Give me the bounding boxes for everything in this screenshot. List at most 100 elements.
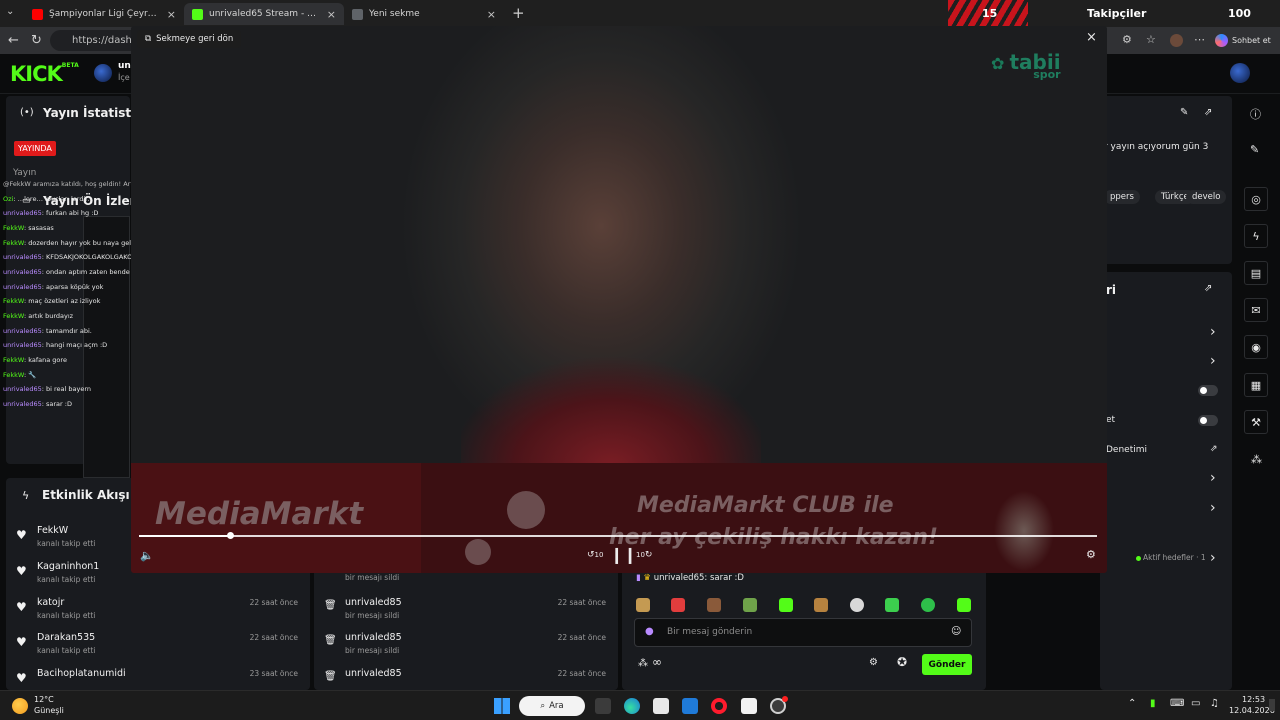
emote-6[interactable] [814,598,828,612]
edit-icon[interactable]: ✎ [1250,143,1259,156]
kick-logo[interactable]: KICKBETA [10,62,79,86]
tab-search-chevron-icon[interactable]: ⌄ [6,6,14,17]
tab-champions-league[interactable]: Şampiyonlar Ligi Çeyrek Final × [24,3,184,25]
video-player[interactable]: ⧉ Sekmeye geri dön × ✿ tabii spor MediaM… [131,26,1107,573]
activity-user[interactable]: Darakan535 [37,632,95,643]
close-tab-icon[interactable]: × [487,8,496,21]
emote-10[interactable] [957,598,971,612]
user-avatar[interactable] [1230,63,1250,83]
info-icon[interactable]: ⓘ [1250,106,1261,122]
weather-icon[interactable] [12,698,28,714]
emote-5[interactable] [779,598,793,612]
close-pip-icon[interactable]: × [1086,30,1097,45]
sidebar-layout-icon[interactable]: ▦ [1244,373,1268,397]
favorites-icon[interactable]: ☆ [1146,33,1156,46]
video-progress-bar[interactable] [139,532,1097,539]
chevron-right-icon[interactable]: › [1210,353,1216,369]
toggle-switch[interactable] [1198,385,1218,396]
chevron-right-icon[interactable]: › [1210,324,1216,340]
chat-line: unrivaled65: aparsa köpük yok [3,283,104,291]
emote-4[interactable] [743,598,757,612]
mod-log-user[interactable]: unrivaled85 [345,632,402,643]
sidebar-flash-icon[interactable]: ϟ [1244,224,1268,248]
activity-user[interactable]: Bacihoplatanumidi [37,668,126,679]
volume-icon[interactable]: 🔈 [140,549,154,562]
chat-settings-icon[interactable]: ⁂ [638,658,648,669]
skip-back-button[interactable]: ↺10 [587,550,603,560]
toggle-switch[interactable] [1198,415,1218,426]
tray-mic-icon[interactable]: ▮ [1150,698,1156,709]
sidebar-more-icon[interactable]: ⁂ [1251,453,1262,466]
tray-keyboard-icon[interactable]: ⌨ [1170,698,1184,709]
emote-7[interactable] [850,598,864,612]
profile-avatar[interactable] [1170,34,1183,47]
activity-user[interactable]: katojr [37,597,64,608]
chat-input[interactable]: ● Bir mesaj gönderin ☺ [634,618,972,647]
send-button[interactable]: Gönder [922,654,972,675]
video-progress-knob[interactable] [227,532,234,539]
close-tab-icon[interactable]: × [167,8,176,21]
skip-forward-button[interactable]: 10↻ [636,550,652,560]
pause-button[interactable]: ❙❙ [610,545,637,564]
windows-start-icon[interactable] [494,698,510,714]
extensions-icon[interactable]: ⚙ [1122,33,1132,46]
tray-chevron-icon[interactable]: ⌃ [1128,698,1136,709]
chat-message: dozerden hayır yok bu naya gelelim [28,239,145,247]
pencil-icon[interactable]: ✎ [1180,107,1188,118]
chat-last-user[interactable]: unrivaled65 [654,573,705,583]
tray-display-icon[interactable]: ▭ [1191,698,1200,709]
reload-icon[interactable]: ↻ [31,33,42,48]
mod-log-user[interactable]: unrivaled85 [345,597,402,608]
close-tab-icon[interactable]: × [327,8,336,21]
sidebar-chat-icon[interactable]: ✉ [1244,298,1268,322]
tray-volume-icon[interactable]: ♫ [1210,698,1219,709]
clock-date[interactable]: 12.04.2026 [1229,706,1275,715]
quick-action-label-partial: Denetimi [1106,445,1148,455]
tag-pill[interactable]: develo [1186,190,1227,204]
activity-user[interactable]: Kaganinhon1 [37,561,99,572]
activity-user[interactable]: FekkW [37,525,68,536]
external-link-icon[interactable]: ⇗ [1210,444,1218,454]
channel-avatar[interactable] [94,64,112,82]
emote-3[interactable] [707,598,721,612]
copilot-button[interactable]: Sohbet et [1215,31,1275,50]
sidebar-broadcast-icon[interactable]: ◉ [1244,335,1268,359]
mail-icon[interactable] [682,698,698,714]
back-to-tab-button[interactable]: ⧉ Sekmeye geri dön [137,30,242,48]
store-icon[interactable] [653,698,669,714]
tab-new-tab[interactable]: Yeni sekme × [344,3,504,25]
sidebar-target-icon[interactable]: ◎ [1244,187,1268,211]
task-view-icon[interactable] [595,698,611,714]
gear-icon[interactable]: ⚙ [869,657,878,668]
emote-1[interactable] [636,598,650,612]
sidebar-document-icon[interactable]: ▤ [1244,261,1268,285]
obs-recording-dot [782,696,788,702]
video-settings-icon[interactable]: ⚙ [1086,548,1096,561]
emoji-icon[interactable]: ☺ [951,626,961,637]
notification-icon[interactable] [1269,699,1275,711]
tag-pill[interactable]: ppers [1104,190,1140,204]
taskbar-search[interactable]: ⌕ Ara [519,696,585,716]
emote-2[interactable] [671,598,685,612]
popout-icon[interactable]: ⇗ [1204,283,1212,294]
chevron-right-icon[interactable]: › [1210,470,1216,486]
clock-time[interactable]: 12:53 [1242,695,1265,704]
opera-icon[interactable] [711,698,727,714]
heart-icon: ♥ [16,528,27,542]
new-tab-button[interactable]: + [512,4,525,22]
back-arrow-icon[interactable]: ← [8,33,19,48]
emote-9[interactable] [921,598,935,612]
emote-8[interactable] [885,598,899,612]
more-menu-icon[interactable]: ⋯ [1194,33,1205,46]
active-goals-label[interactable]: Aktif hedefler · 1 [1143,553,1206,562]
file-icon[interactable] [741,698,757,714]
chat-user: unrivaled65 [3,400,42,408]
chevron-right-icon[interactable]: › [1210,500,1216,516]
chevron-right-icon[interactable]: › [1210,550,1216,566]
mod-log-user[interactable]: unrivaled85 [345,668,402,679]
popout-icon[interactable]: ⇗ [1204,107,1212,118]
verified-icon[interactable]: ✪ [897,655,907,669]
tab-kick-dashboard[interactable]: unrivaled65 Stream - Kick Dashbo × [184,3,344,25]
sidebar-wrench-icon[interactable]: ⚒ [1244,410,1268,434]
edge-icon[interactable] [624,698,640,714]
